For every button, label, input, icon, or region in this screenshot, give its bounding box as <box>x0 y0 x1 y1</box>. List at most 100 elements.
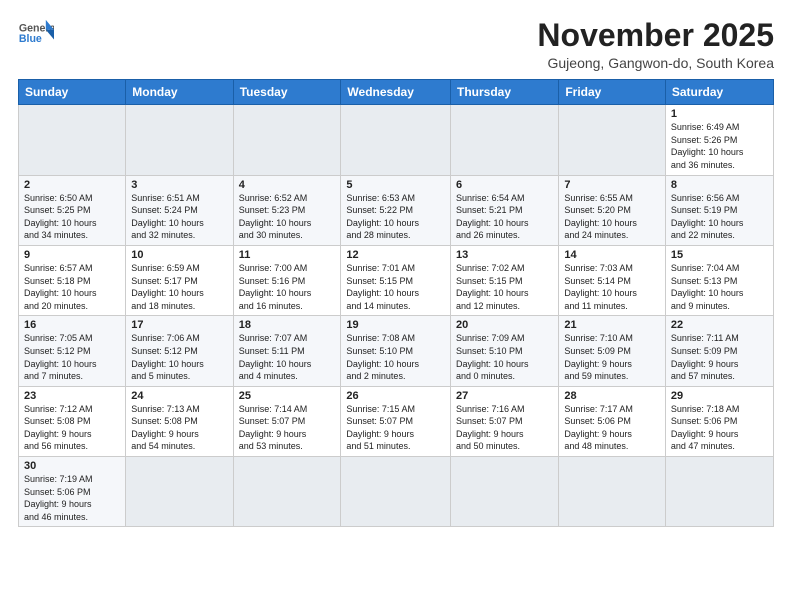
day-number: 14 <box>564 249 660 261</box>
day-cell <box>451 105 559 175</box>
week-row-3: 16Sunrise: 7:05 AM Sunset: 5:12 PM Dayli… <box>19 316 774 386</box>
day-cell: 14Sunrise: 7:03 AM Sunset: 5:14 PM Dayli… <box>559 245 666 315</box>
day-info: Sunrise: 7:18 AM Sunset: 5:06 PM Dayligh… <box>671 403 768 453</box>
day-cell: 10Sunrise: 6:59 AM Sunset: 5:17 PM Dayli… <box>126 245 233 315</box>
day-info: Sunrise: 7:12 AM Sunset: 5:08 PM Dayligh… <box>24 403 120 453</box>
week-row-2: 9Sunrise: 6:57 AM Sunset: 5:18 PM Daylig… <box>19 245 774 315</box>
day-cell: 7Sunrise: 6:55 AM Sunset: 5:20 PM Daylig… <box>559 175 666 245</box>
day-info: Sunrise: 6:50 AM Sunset: 5:25 PM Dayligh… <box>24 192 120 242</box>
day-number: 6 <box>456 179 553 191</box>
day-number: 4 <box>239 179 336 191</box>
day-number: 22 <box>671 319 768 331</box>
day-number: 12 <box>346 249 445 261</box>
weekday-header-sunday: Sunday <box>19 80 126 105</box>
day-info: Sunrise: 7:02 AM Sunset: 5:15 PM Dayligh… <box>456 262 553 312</box>
day-info: Sunrise: 7:07 AM Sunset: 5:11 PM Dayligh… <box>239 332 336 382</box>
day-cell <box>19 105 126 175</box>
day-number: 29 <box>671 390 768 402</box>
svg-text:Blue: Blue <box>19 33 42 45</box>
week-row-0: 1Sunrise: 6:49 AM Sunset: 5:26 PM Daylig… <box>19 105 774 175</box>
day-cell: 22Sunrise: 7:11 AM Sunset: 5:09 PM Dayli… <box>665 316 773 386</box>
day-cell: 28Sunrise: 7:17 AM Sunset: 5:06 PM Dayli… <box>559 386 666 456</box>
day-cell: 5Sunrise: 6:53 AM Sunset: 5:22 PM Daylig… <box>341 175 451 245</box>
day-cell: 30Sunrise: 7:19 AM Sunset: 5:06 PM Dayli… <box>19 457 126 527</box>
day-cell: 13Sunrise: 7:02 AM Sunset: 5:15 PM Dayli… <box>451 245 559 315</box>
calendar: SundayMondayTuesdayWednesdayThursdayFrid… <box>18 79 774 527</box>
day-cell <box>341 105 451 175</box>
day-cell <box>233 105 341 175</box>
weekday-header-tuesday: Tuesday <box>233 80 341 105</box>
location: Gujeong, Gangwon-do, South Korea <box>537 55 774 71</box>
day-cell <box>559 105 666 175</box>
weekday-header-monday: Monday <box>126 80 233 105</box>
day-info: Sunrise: 7:01 AM Sunset: 5:15 PM Dayligh… <box>346 262 445 312</box>
day-info: Sunrise: 6:51 AM Sunset: 5:24 PM Dayligh… <box>131 192 227 242</box>
day-cell: 2Sunrise: 6:50 AM Sunset: 5:25 PM Daylig… <box>19 175 126 245</box>
day-cell: 8Sunrise: 6:56 AM Sunset: 5:19 PM Daylig… <box>665 175 773 245</box>
day-cell: 19Sunrise: 7:08 AM Sunset: 5:10 PM Dayli… <box>341 316 451 386</box>
day-info: Sunrise: 7:16 AM Sunset: 5:07 PM Dayligh… <box>456 403 553 453</box>
day-cell: 6Sunrise: 6:54 AM Sunset: 5:21 PM Daylig… <box>451 175 559 245</box>
day-cell: 3Sunrise: 6:51 AM Sunset: 5:24 PM Daylig… <box>126 175 233 245</box>
day-cell: 29Sunrise: 7:18 AM Sunset: 5:06 PM Dayli… <box>665 386 773 456</box>
day-cell: 9Sunrise: 6:57 AM Sunset: 5:18 PM Daylig… <box>19 245 126 315</box>
header: General Blue November 2025 Gujeong, Gang… <box>18 18 774 71</box>
day-cell: 21Sunrise: 7:10 AM Sunset: 5:09 PM Dayli… <box>559 316 666 386</box>
day-info: Sunrise: 7:19 AM Sunset: 5:06 PM Dayligh… <box>24 473 120 523</box>
day-cell: 18Sunrise: 7:07 AM Sunset: 5:11 PM Dayli… <box>233 316 341 386</box>
day-info: Sunrise: 6:57 AM Sunset: 5:18 PM Dayligh… <box>24 262 120 312</box>
day-cell <box>451 457 559 527</box>
logo: General Blue <box>18 18 54 48</box>
day-number: 8 <box>671 179 768 191</box>
day-number: 27 <box>456 390 553 402</box>
day-number: 15 <box>671 249 768 261</box>
day-info: Sunrise: 6:56 AM Sunset: 5:19 PM Dayligh… <box>671 192 768 242</box>
day-cell: 11Sunrise: 7:00 AM Sunset: 5:16 PM Dayli… <box>233 245 341 315</box>
day-info: Sunrise: 7:03 AM Sunset: 5:14 PM Dayligh… <box>564 262 660 312</box>
day-number: 11 <box>239 249 336 261</box>
day-cell: 26Sunrise: 7:15 AM Sunset: 5:07 PM Dayli… <box>341 386 451 456</box>
day-number: 28 <box>564 390 660 402</box>
day-number: 26 <box>346 390 445 402</box>
month-title: November 2025 <box>537 18 774 53</box>
day-info: Sunrise: 7:08 AM Sunset: 5:10 PM Dayligh… <box>346 332 445 382</box>
day-info: Sunrise: 7:04 AM Sunset: 5:13 PM Dayligh… <box>671 262 768 312</box>
title-block: November 2025 Gujeong, Gangwon-do, South… <box>537 18 774 71</box>
weekday-header-saturday: Saturday <box>665 80 773 105</box>
weekday-header-wednesday: Wednesday <box>341 80 451 105</box>
day-number: 13 <box>456 249 553 261</box>
day-number: 25 <box>239 390 336 402</box>
page: General Blue November 2025 Gujeong, Gang… <box>0 0 792 612</box>
day-info: Sunrise: 7:00 AM Sunset: 5:16 PM Dayligh… <box>239 262 336 312</box>
day-number: 2 <box>24 179 120 191</box>
day-info: Sunrise: 7:15 AM Sunset: 5:07 PM Dayligh… <box>346 403 445 453</box>
day-info: Sunrise: 6:54 AM Sunset: 5:21 PM Dayligh… <box>456 192 553 242</box>
day-number: 18 <box>239 319 336 331</box>
day-number: 10 <box>131 249 227 261</box>
day-number: 21 <box>564 319 660 331</box>
day-cell: 27Sunrise: 7:16 AM Sunset: 5:07 PM Dayli… <box>451 386 559 456</box>
day-cell <box>559 457 666 527</box>
day-info: Sunrise: 7:13 AM Sunset: 5:08 PM Dayligh… <box>131 403 227 453</box>
day-number: 7 <box>564 179 660 191</box>
week-row-5: 30Sunrise: 7:19 AM Sunset: 5:06 PM Dayli… <box>19 457 774 527</box>
day-info: Sunrise: 6:52 AM Sunset: 5:23 PM Dayligh… <box>239 192 336 242</box>
day-cell: 24Sunrise: 7:13 AM Sunset: 5:08 PM Dayli… <box>126 386 233 456</box>
weekday-header-thursday: Thursday <box>451 80 559 105</box>
day-cell: 20Sunrise: 7:09 AM Sunset: 5:10 PM Dayli… <box>451 316 559 386</box>
day-number: 16 <box>24 319 120 331</box>
day-cell: 15Sunrise: 7:04 AM Sunset: 5:13 PM Dayli… <box>665 245 773 315</box>
day-cell <box>126 105 233 175</box>
day-number: 9 <box>24 249 120 261</box>
day-info: Sunrise: 6:49 AM Sunset: 5:26 PM Dayligh… <box>671 121 768 171</box>
day-info: Sunrise: 7:17 AM Sunset: 5:06 PM Dayligh… <box>564 403 660 453</box>
day-number: 5 <box>346 179 445 191</box>
day-info: Sunrise: 7:10 AM Sunset: 5:09 PM Dayligh… <box>564 332 660 382</box>
day-info: Sunrise: 7:14 AM Sunset: 5:07 PM Dayligh… <box>239 403 336 453</box>
day-cell <box>126 457 233 527</box>
week-row-4: 23Sunrise: 7:12 AM Sunset: 5:08 PM Dayli… <box>19 386 774 456</box>
day-number: 17 <box>131 319 227 331</box>
day-info: Sunrise: 7:09 AM Sunset: 5:10 PM Dayligh… <box>456 332 553 382</box>
day-cell: 12Sunrise: 7:01 AM Sunset: 5:15 PM Dayli… <box>341 245 451 315</box>
day-cell <box>665 457 773 527</box>
